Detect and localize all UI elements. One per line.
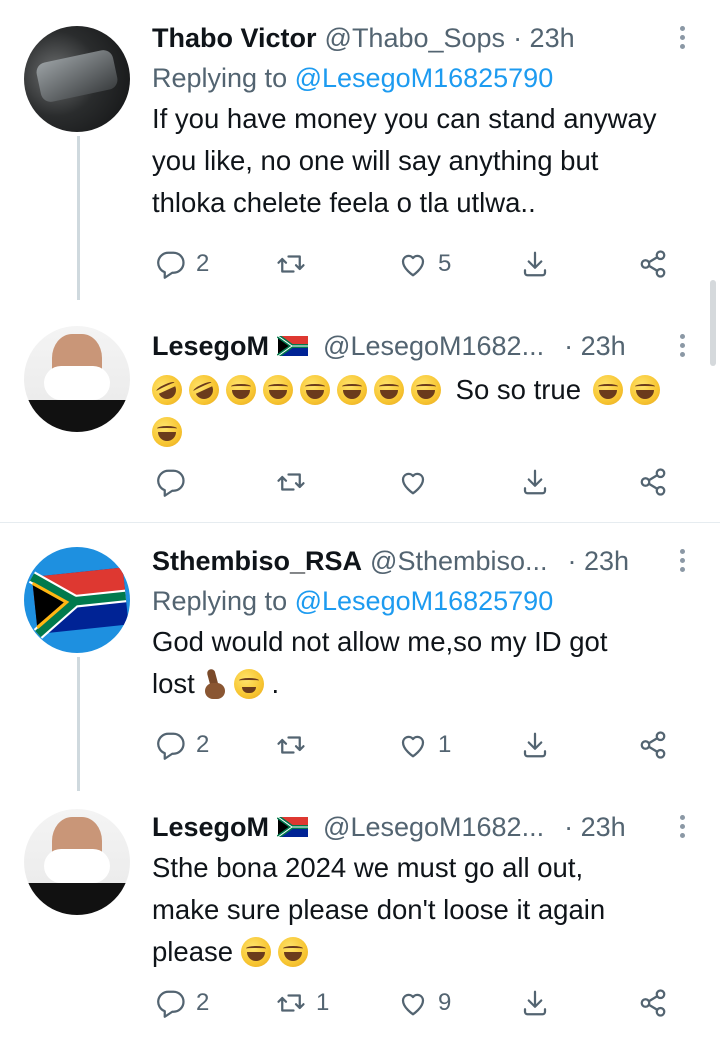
timestamp[interactable]: · 23h: [568, 546, 630, 577]
replying-to: Replying to @LesegoM16825790: [152, 63, 554, 93]
retweet-count: 1: [316, 989, 330, 1016]
bookmark-icon: [520, 730, 550, 760]
retweet-icon: [276, 988, 306, 1018]
joy-emoji-icon: [152, 417, 182, 447]
replying-to: Replying to @LesegoM16825790: [152, 586, 554, 616]
reply-icon: [156, 730, 186, 760]
like-icon: [398, 988, 428, 1018]
bookmark-button[interactable]: [520, 464, 550, 500]
mention-link[interactable]: @LesegoM16825790: [295, 63, 554, 93]
share-button[interactable]: [638, 727, 668, 763]
rofl-emoji-icon: [184, 370, 224, 410]
timestamp[interactable]: · 23h: [564, 812, 626, 843]
joy-emoji-icon: [337, 375, 367, 405]
like-button[interactable]: 1: [398, 727, 451, 763]
like-button[interactable]: [398, 464, 428, 500]
avatar[interactable]: [24, 326, 130, 432]
user-handle[interactable]: @LesegoM1682...: [323, 331, 544, 362]
retweet-button[interactable]: 1: [276, 985, 329, 1021]
reply-count: 2: [196, 989, 210, 1016]
more-icon[interactable]: [672, 330, 692, 360]
tweet-text: If you have money you can stand anyway y…: [152, 103, 657, 218]
reply-icon: [156, 988, 186, 1018]
tweet-lesego-1[interactable]: LesegoM @LesegoM1682... · 23h So so true: [0, 300, 720, 522]
joy-emoji-icon: [277, 937, 308, 967]
tweet-text: God would not allow me,so my ID got lost…: [152, 626, 608, 699]
laughing-emoji-icon: [234, 669, 265, 699]
retweet-icon: [276, 730, 306, 760]
user-handle[interactable]: @Thabo_Sops: [325, 23, 506, 54]
reply-button[interactable]: 2: [156, 727, 209, 763]
joy-emoji-icon: [592, 375, 623, 405]
tweet-sthembiso[interactable]: Sthembiso_RSA @Sthembiso... · 23h Replyi…: [0, 523, 720, 791]
retweet-button[interactable]: [276, 727, 306, 763]
like-count: 5: [438, 250, 452, 277]
tweet-text: So so true: [147, 369, 690, 453]
thread-line: [77, 657, 80, 791]
bookmark-button[interactable]: [520, 246, 550, 282]
fingers-crossed-icon: [202, 669, 228, 699]
more-icon[interactable]: [672, 545, 692, 575]
retweet-icon: [276, 467, 306, 497]
joy-emoji-icon: [240, 937, 271, 967]
like-icon: [398, 249, 428, 279]
joy-emoji-icon: [226, 375, 256, 405]
reply-button[interactable]: 2: [156, 985, 209, 1021]
share-icon: [638, 730, 668, 760]
share-icon: [638, 988, 668, 1018]
bookmark-button[interactable]: [520, 727, 550, 763]
like-button[interactable]: 9: [398, 985, 451, 1021]
timestamp[interactable]: · 23h: [564, 331, 626, 362]
bookmark-icon: [520, 988, 550, 1018]
bookmark-icon: [520, 249, 550, 279]
display-name[interactable]: LesegoM: [152, 331, 269, 362]
south-africa-flag-icon: [277, 817, 309, 837]
joy-emoji-icon: [629, 375, 660, 405]
retweet-icon: [276, 249, 306, 279]
bookmark-icon: [520, 467, 550, 497]
more-icon[interactable]: [672, 22, 692, 52]
reply-button[interactable]: 2: [156, 246, 209, 282]
tweet-thabo[interactable]: Thabo Victor @Thabo_Sops · 23h Replying …: [0, 0, 720, 300]
south-africa-flag-icon: [277, 336, 309, 356]
like-icon: [398, 467, 428, 497]
like-icon: [398, 730, 428, 760]
avatar[interactable]: [24, 26, 130, 132]
avatar[interactable]: [24, 809, 130, 915]
display-name[interactable]: Sthembiso_RSA: [152, 546, 362, 577]
tweet-text: Sthe bona 2024 we must go all out, make …: [152, 852, 606, 967]
reply-count: 2: [196, 731, 210, 758]
display-name[interactable]: Thabo Victor: [152, 23, 317, 54]
like-button[interactable]: 5: [398, 246, 451, 282]
like-count: 1: [438, 731, 452, 758]
bookmark-button[interactable]: [520, 985, 550, 1021]
share-icon: [638, 249, 668, 279]
user-handle[interactable]: @Sthembiso...: [370, 546, 547, 577]
timestamp[interactable]: · 23h: [513, 23, 575, 54]
mention-link[interactable]: @LesegoM16825790: [295, 586, 554, 616]
more-icon[interactable]: [672, 811, 692, 841]
user-handle[interactable]: @LesegoM1682...: [323, 812, 544, 843]
joy-emoji-icon: [374, 375, 404, 405]
joy-emoji-icon: [263, 375, 293, 405]
tweet-lesego-2[interactable]: LesegoM @LesegoM1682... · 23h Sthe bona …: [0, 791, 720, 1037]
rofl-emoji-icon: [147, 370, 187, 410]
like-count: 9: [438, 989, 452, 1016]
joy-emoji-icon: [411, 375, 441, 405]
reply-icon: [156, 249, 186, 279]
reply-icon: [156, 467, 186, 497]
south-africa-flag-icon: [28, 567, 129, 639]
share-button[interactable]: [638, 246, 668, 282]
retweet-button[interactable]: [276, 464, 306, 500]
joy-emoji-icon: [300, 375, 330, 405]
share-icon: [638, 467, 668, 497]
retweet-button[interactable]: [276, 246, 306, 282]
display-name[interactable]: LesegoM: [152, 812, 269, 843]
reply-button[interactable]: [156, 464, 186, 500]
share-button[interactable]: [638, 464, 668, 500]
avatar[interactable]: [24, 547, 130, 653]
share-button[interactable]: [638, 985, 668, 1021]
reply-count: 2: [196, 250, 210, 277]
thread-line: [77, 136, 80, 300]
